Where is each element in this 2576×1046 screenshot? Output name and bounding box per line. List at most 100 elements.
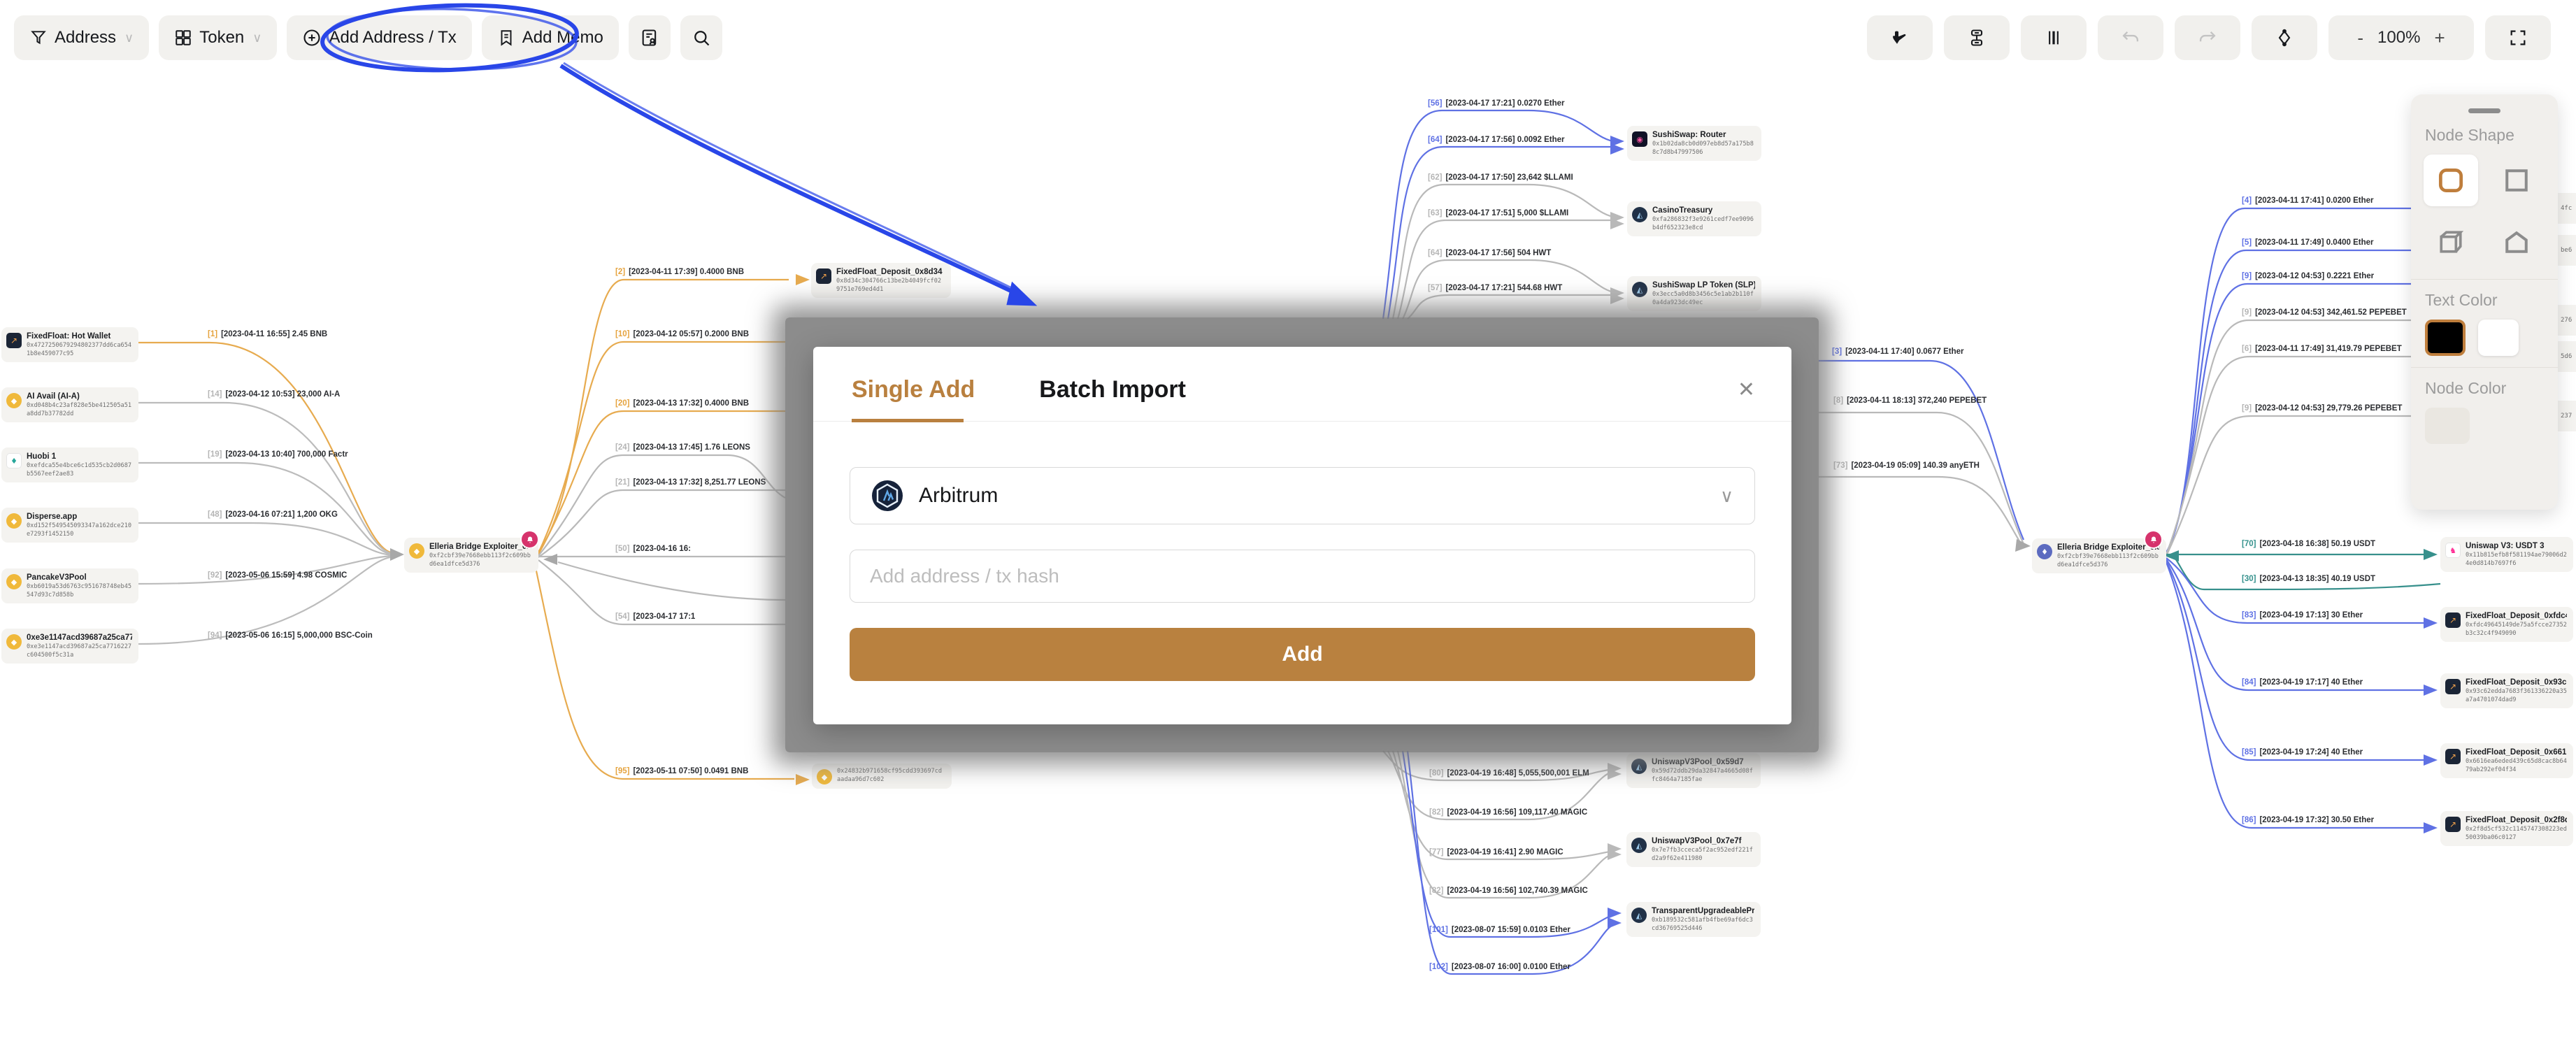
- fullscreen-icon: [2508, 28, 2528, 48]
- shape-cube-option[interactable]: [2424, 216, 2478, 268]
- edge-label[interactable]: [56][2023-04-17 17:21] 0.0270 Ether: [1428, 99, 1565, 108]
- edge-label[interactable]: [21][2023-04-13 17:32] 8,251.77 LEONS: [615, 478, 766, 487]
- graph-node[interactable]: ↗ FixedFloat_Deposit_0x6616 0x6616ea6ede…: [2440, 743, 2573, 778]
- tab-single-add[interactable]: Single Add: [852, 376, 975, 403]
- edge-label[interactable]: [20][2023-04-13 17:32] 0.4000 BNB: [615, 399, 749, 408]
- edge-label[interactable]: [73][2023-04-19 05:09] 140.39 anyETH: [1833, 461, 1980, 470]
- address-filter-button[interactable]: Address ∨: [14, 15, 149, 60]
- close-icon[interactable]: ✕: [1738, 378, 1755, 402]
- edge-label[interactable]: [19][2023-04-13 10:40] 700,000 Factr: [208, 450, 348, 459]
- network-select-value: Arbitrum: [919, 484, 998, 508]
- zoom-out-button[interactable]: -: [2357, 27, 2363, 49]
- graph-node[interactable]: ◆ AI Avail (AI-A) 0xd048b4c23af828e5be41…: [1, 387, 138, 422]
- edge-label[interactable]: [83][2023-04-19 17:13] 30 Ether: [2242, 611, 2363, 619]
- search-button[interactable]: [680, 15, 722, 60]
- edge-label[interactable]: [50][2023-04-16 16:: [615, 545, 691, 553]
- edge-label[interactable]: [102][2023-08-07 16:00] 0.0100 Ether: [1429, 963, 1570, 971]
- node-color-swatch[interactable]: [2425, 408, 2470, 444]
- graph-node[interactable]: ◉ SushiSwap: Router 0x1b02da8cb0d097eb8d…: [1627, 126, 1761, 161]
- locate-center-button[interactable]: [2252, 15, 2317, 60]
- add-address-tx-button[interactable]: Add Address / Tx: [287, 15, 471, 60]
- graph-node[interactable]: ♦ Huobi 1 0xefdca55e4bce6c1d535cb2d0687b…: [1, 447, 138, 482]
- graph-canvas[interactable]: ↗ FixedFloat: Hot Wallet 0x4727250679294…: [0, 0, 2576, 1046]
- edge-label[interactable]: [14][2023-04-12 10:53] 23,000 AI-A: [208, 390, 340, 399]
- graph-node[interactable]: ◭ TransparentUpgradeableProxy_b1... 0xb1…: [1626, 902, 1761, 937]
- edge-label[interactable]: [4][2023-04-11 17:41] 0.0200 Ether: [2242, 196, 2373, 205]
- graph-node[interactable]: ◆ 0xe3e1147acd39687a25ca7716227c... 0xe3…: [1, 629, 138, 664]
- redo-icon: [2198, 28, 2217, 48]
- edge-label[interactable]: [8][2023-04-11 18:13] 372,240 PEPEBET: [1833, 396, 1987, 405]
- edge-label[interactable]: [101][2023-08-07 15:59] 0.0103 Ether: [1429, 926, 1570, 934]
- fixedfloat-icon: ↗: [2445, 817, 2461, 832]
- graph-node[interactable]: ♞ Uniswap V3: USDT 3 0x11b815efb8f581194…: [2440, 537, 2573, 572]
- panel-drag-handle[interactable]: [2468, 108, 2500, 113]
- add-memo-button[interactable]: Add Memo: [482, 15, 619, 60]
- edge-label[interactable]: [2][2023-04-11 17:39] 0.4000 BNB: [615, 268, 744, 276]
- edge-label[interactable]: [64][2023-04-17 17:56] 0.0092 Ether: [1428, 136, 1565, 144]
- edge-label[interactable]: [9][2023-04-12 04:53] 342,461.52 PEPEBET: [2242, 308, 2407, 317]
- edge-label[interactable]: [77][2023-04-19 16:41] 2.90 MAGIC: [1429, 848, 1564, 857]
- add-button[interactable]: Add: [850, 628, 1755, 681]
- edge-label[interactable]: [85][2023-04-19 17:24] 40 Ether: [2242, 748, 2363, 757]
- edge-label[interactable]: [9][2023-04-12 04:53] 0.2221 Ether: [2242, 272, 2374, 280]
- redo-button[interactable]: [2175, 15, 2240, 60]
- edge-label[interactable]: [1][2023-04-11 16:55] 2.45 BNB: [208, 330, 327, 338]
- undo-button[interactable]: [2098, 15, 2163, 60]
- shape-square-option[interactable]: [2489, 155, 2544, 206]
- shape-rounded-rect-option[interactable]: [2424, 155, 2478, 206]
- shape-house-option[interactable]: [2489, 216, 2544, 268]
- graph-node[interactable]: ◭ CasinoTreasury 0xfa286832f3e9261cedf7e…: [1627, 201, 1761, 236]
- edge-label[interactable]: [3][2023-04-11 17:40] 0.0677 Ether: [1832, 348, 1963, 356]
- edge-label[interactable]: [70][2023-04-18 16:38] 50.19 USDT: [2242, 540, 2375, 548]
- edge-label[interactable]: [82][2023-04-19 16:56] 102,740.39 MAGIC: [1429, 887, 1588, 895]
- edge-label[interactable]: [80][2023-04-19 16:48] 5,055,500,001 ELM: [1429, 769, 1589, 778]
- edge-label[interactable]: [10][2023-04-12 05:57] 0.2000 BNB: [615, 330, 749, 338]
- graph-node[interactable]: ◆ Disperse.app 0xd152f549545093347a162dc…: [1, 508, 138, 543]
- edge-label[interactable]: [63][2023-04-17 17:51] 5,000 $LLAMI: [1428, 209, 1568, 217]
- graph-node[interactable]: ◭ UniswapV3Pool_0x59d7 0x59d72ddb29da328…: [1626, 753, 1761, 788]
- fullscreen-button[interactable]: [2485, 15, 2551, 60]
- bnb-icon: ◆: [6, 574, 22, 589]
- edge-label[interactable]: [6][2023-04-11 17:49] 31,419.79 PEPEBET: [2242, 345, 2402, 353]
- edge-label[interactable]: [5][2023-04-11 17:49] 0.0400 Ether: [2242, 238, 2373, 247]
- token-filter-button[interactable]: Token ∨: [159, 15, 277, 60]
- edge-label[interactable]: [57][2023-04-17 17:21] 544.68 HWT: [1428, 284, 1562, 292]
- edge-label[interactable]: [94][2023-05-06 16:15] 5,000,000 BSC-Coi…: [208, 631, 373, 640]
- alert-badge-icon[interactable]: [520, 530, 539, 549]
- address-tx-input[interactable]: [850, 550, 1755, 603]
- graph-node[interactable]: ◆ PancakeV3Pool 0xb6019a53d6763c95167874…: [1, 568, 138, 603]
- network-select[interactable]: Arbitrum ∨: [850, 467, 1755, 524]
- zoom-in-button[interactable]: +: [2434, 27, 2445, 49]
- graph-node[interactable]: ↗ FixedFloat_Deposit_0x2f8d 0x2f8d5cf532…: [2440, 811, 2573, 846]
- edge-label[interactable]: [84][2023-04-19 17:17] 40 Ether: [2242, 678, 2363, 687]
- graph-node[interactable]: ◭ SushiSwap LP Token (SLP) 0x3ecc5a0d8b3…: [1627, 276, 1761, 311]
- add-memo-label: Add Memo: [522, 28, 603, 48]
- edge-label[interactable]: [86][2023-04-19 17:32] 30.50 Ether: [2242, 816, 2374, 824]
- address-book-button[interactable]: [629, 15, 671, 60]
- graph-node[interactable]: ↗ FixedFloat_Deposit_0x93c6 0x93c62edda7…: [2440, 673, 2573, 708]
- graph-node[interactable]: ↗ FixedFloat_Deposit_0xfdc4 0xfdc4964514…: [2440, 607, 2573, 642]
- edge-label[interactable]: [62][2023-04-17 17:50] 23,642 $LLAMI: [1428, 173, 1573, 182]
- text-color-white-swatch[interactable]: [2478, 320, 2519, 356]
- graph-node[interactable]: ↗ FixedFloat: Hot Wallet 0x4727250679294…: [1, 327, 138, 362]
- edge-label[interactable]: [82][2023-04-19 16:56] 109,117.40 MAGIC: [1429, 808, 1587, 817]
- edge-label[interactable]: [30][2023-04-13 18:35] 40.19 USDT: [2242, 575, 2375, 583]
- edge-label[interactable]: [48][2023-04-16 07:21] 1,200 OKG: [208, 510, 338, 519]
- tab-batch-import[interactable]: Batch Import: [1039, 376, 1186, 403]
- edge-label[interactable]: [95][2023-05-11 07:50] 0.0491 BNB: [615, 767, 748, 775]
- edge-label[interactable]: [64][2023-04-17 17:56] 504 HWT: [1428, 249, 1551, 257]
- graph-node[interactable]: ◆ 0x24832b971658cf95cdd393697cdaadaa96d7…: [812, 764, 952, 789]
- graph-node[interactable]: ◭ UniswapV3Pool_0x7e7f 0x7e7fb3cceca5f2a…: [1626, 832, 1761, 867]
- text-color-black-swatch[interactable]: [2425, 320, 2466, 356]
- align-columns-button[interactable]: [2021, 15, 2087, 60]
- auto-layout-button[interactable]: [1944, 15, 2010, 60]
- edge-label[interactable]: [92][2023-05-06 15:59] 4.98 COSMIC: [208, 571, 347, 580]
- edge-label[interactable]: [54][2023-04-17 17:1: [615, 612, 695, 621]
- edge-label[interactable]: [24][2023-04-13 17:45] 1.76 LEONS: [615, 443, 750, 452]
- pan-hand-button[interactable]: [1867, 15, 1933, 60]
- edge-label[interactable]: [9][2023-04-12 04:53] 29,779.26 PEPEBET: [2242, 404, 2402, 413]
- alert-badge-icon[interactable]: [2144, 530, 2163, 549]
- node-color-title: Node Color: [2425, 379, 2545, 398]
- graph-node[interactable]: ↗ FixedFloat_Deposit_0x8d34 0x8d34c30476…: [811, 263, 951, 298]
- graph-node-exploiter[interactable]: ◆ Elleria Bridge Exploiter_0xf2c... 0xf2…: [404, 538, 538, 573]
